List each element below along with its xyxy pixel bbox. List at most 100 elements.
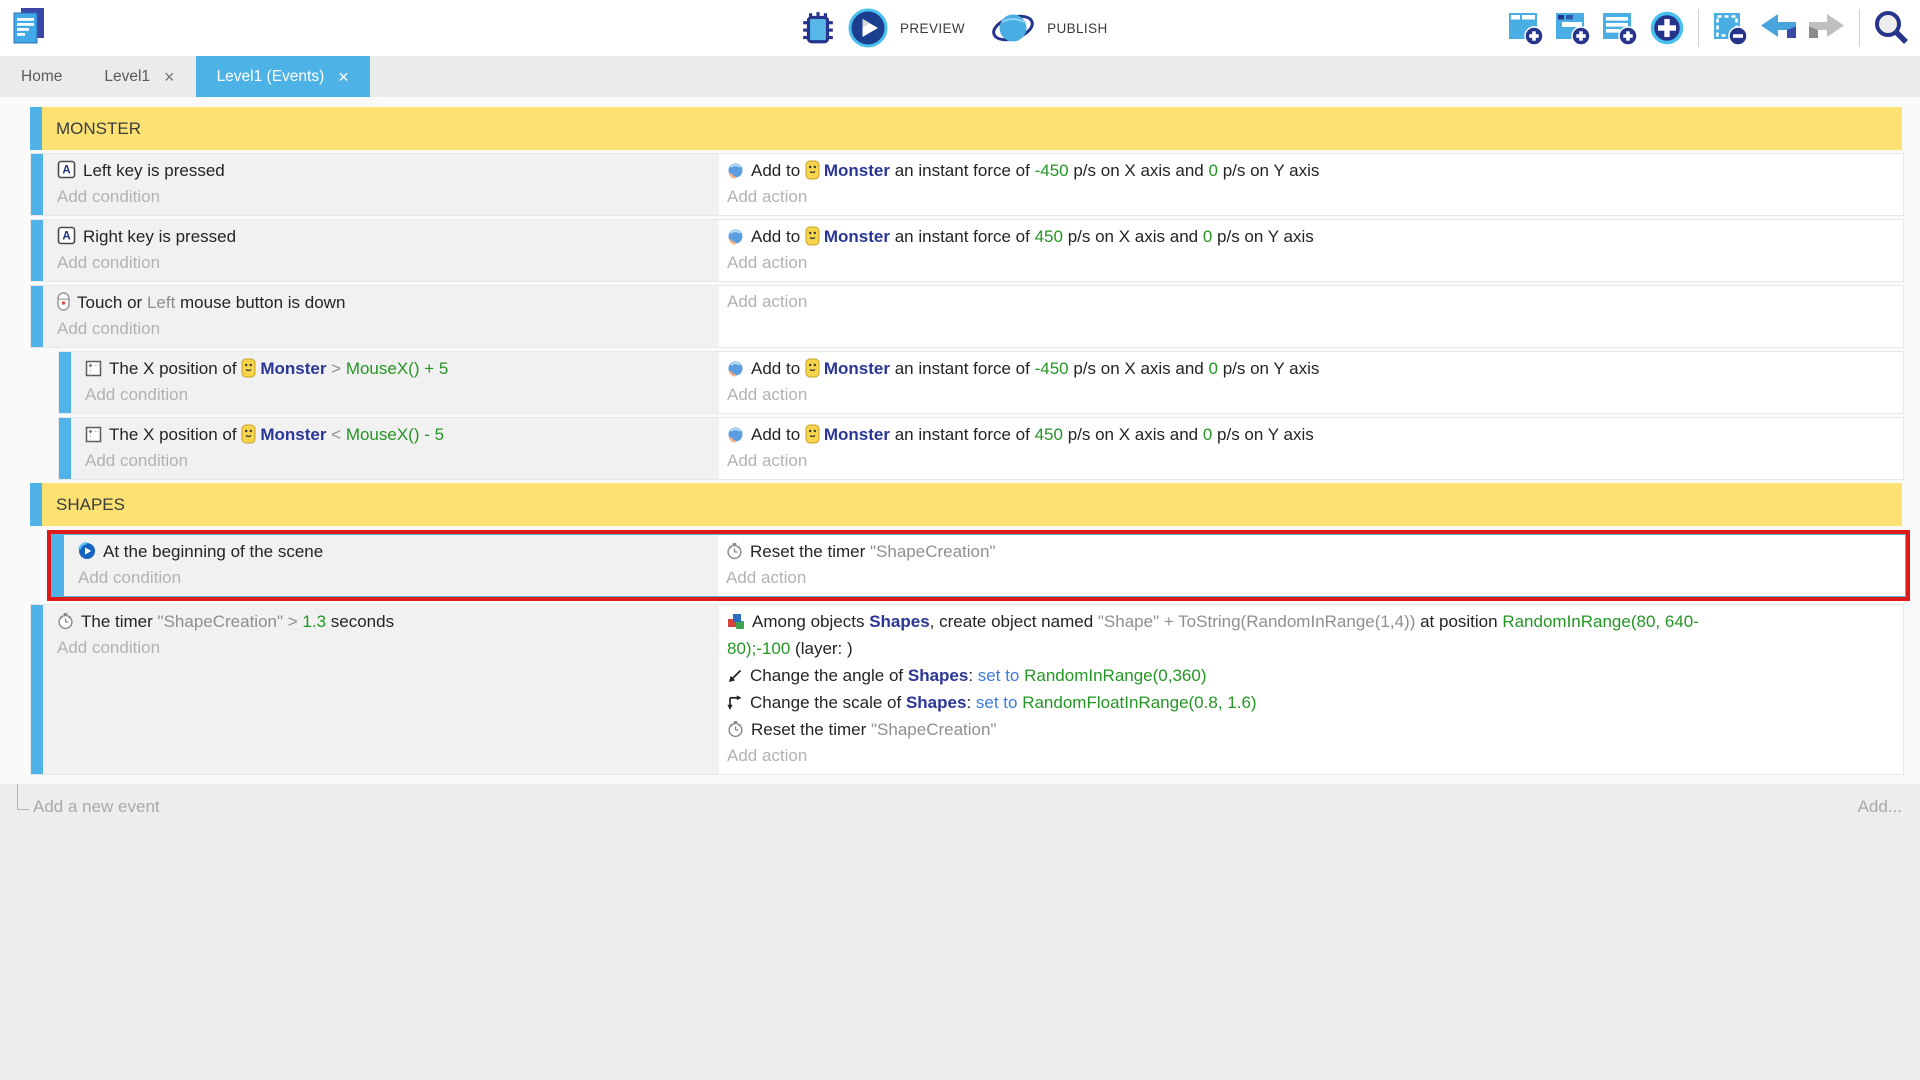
add-action-button[interactable]: Add action: [726, 565, 1891, 591]
text-span: Reset the timer: [750, 542, 870, 561]
event-row[interactable]: At the beginning of the sceneAdd conditi…: [51, 534, 1906, 597]
add-comment-button[interactable]: [1601, 9, 1639, 47]
action-line[interactable]: Change the angle of Shapes: set to Rando…: [727, 662, 1889, 689]
add-more-button[interactable]: Add...: [1858, 797, 1902, 817]
comment-label[interactable]: MONSTER: [42, 107, 1902, 150]
condition-line[interactable]: The timer "ShapeCreation" > 1.3 seconds: [57, 608, 709, 635]
text-span: :: [968, 666, 977, 685]
event-drag-bar[interactable]: [31, 286, 43, 347]
preview-button[interactable]: [848, 8, 888, 48]
force-icon: [727, 360, 744, 377]
event-drag-bar[interactable]: [31, 605, 43, 774]
action-line[interactable]: Among objects Shapes, create object name…: [727, 608, 1889, 662]
text-span: Among objects: [752, 612, 869, 631]
event-row[interactable]: The X position of Monster > MouseX() + 5…: [58, 351, 1904, 414]
tab-home[interactable]: Home: [0, 56, 83, 97]
event-drag-bar[interactable]: [31, 220, 43, 281]
action-line[interactable]: Change the scale of Shapes: set to Rando…: [727, 689, 1889, 716]
event-row[interactable]: The X position of Monster < MouseX() - 5…: [58, 417, 1904, 480]
event-row[interactable]: ALeft key is pressedAdd condition Add to …: [30, 153, 1904, 216]
add-condition-button[interactable]: Add condition: [57, 250, 709, 276]
text-span: "ShapeCreation": [158, 612, 283, 631]
event-drag-bar[interactable]: [52, 535, 64, 596]
actions-cell[interactable]: Add to Monster an instant force of 450 p…: [719, 220, 1903, 281]
conditions-cell[interactable]: ALeft key is pressedAdd condition: [43, 154, 719, 215]
text-span: MouseX() + 5: [346, 359, 449, 378]
condition-line[interactable]: At the beginning of the scene: [78, 538, 708, 565]
event-drag-bar[interactable]: [30, 107, 42, 150]
condition-line[interactable]: ALeft key is pressed: [57, 157, 709, 184]
event-drag-bar[interactable]: [59, 352, 71, 413]
event-row[interactable]: Touch or Left mouse button is downAdd co…: [30, 285, 1904, 348]
text-span: -450: [1035, 161, 1069, 180]
text-span: seconds: [326, 612, 394, 631]
add-new-button[interactable]: [1648, 9, 1686, 47]
action-line[interactable]: Add to Monster an instant force of -450 …: [727, 157, 1889, 184]
conditions-cell[interactable]: The timer "ShapeCreation" > 1.3 secondsA…: [43, 605, 719, 774]
actions-cell[interactable]: Among objects Shapes, create object name…: [719, 605, 1903, 774]
comment-label[interactable]: SHAPES: [42, 483, 1902, 526]
monster-thumbnail-icon: [805, 358, 820, 378]
action-line[interactable]: Reset the timer "ShapeCreation": [727, 716, 1889, 743]
tab-close-icon[interactable]: ×: [338, 68, 349, 86]
text-span: -450: [1035, 359, 1069, 378]
add-action-button[interactable]: Add action: [727, 448, 1889, 474]
action-line[interactable]: Add to Monster an instant force of 450 p…: [727, 421, 1889, 448]
actions-cell[interactable]: Reset the timer "ShapeCreation"Add actio…: [718, 535, 1905, 596]
comment-row[interactable]: SHAPES: [30, 483, 1902, 526]
add-action-button[interactable]: Add action: [727, 289, 1889, 315]
conditions-cell[interactable]: Touch or Left mouse button is downAdd co…: [43, 286, 719, 347]
add-action-button[interactable]: Add action: [727, 250, 1889, 276]
condition-line[interactable]: Touch or Left mouse button is down: [57, 289, 709, 316]
search-button[interactable]: [1872, 9, 1910, 47]
add-condition-button[interactable]: Add condition: [57, 184, 709, 210]
add-subevent-button[interactable]: [1554, 9, 1592, 47]
comment-row[interactable]: MONSTER: [30, 107, 1902, 150]
actions-cell[interactable]: Add action: [719, 286, 1903, 347]
action-line[interactable]: Add to Monster an instant force of 450 p…: [727, 223, 1889, 250]
mouse-icon: [57, 292, 70, 311]
conditions-cell[interactable]: At the beginning of the sceneAdd conditi…: [64, 535, 718, 596]
condition-line[interactable]: The X position of Monster < MouseX() - 5: [85, 421, 709, 448]
add-condition-button[interactable]: Add condition: [78, 565, 708, 591]
add-event-button[interactable]: [1507, 9, 1545, 47]
event-drag-bar[interactable]: [59, 418, 71, 479]
project-manager-icon: [10, 36, 46, 51]
publish-button[interactable]: [991, 8, 1035, 48]
action-line[interactable]: Add to Monster an instant force of -450 …: [727, 355, 1889, 382]
tab-level1-events[interactable]: Level1 (Events)×: [196, 56, 370, 97]
add-action-button[interactable]: Add action: [727, 743, 1889, 769]
add-new-event-button[interactable]: Add a new event: [33, 797, 160, 817]
debug-button[interactable]: [800, 10, 836, 46]
undo-button[interactable]: [1758, 11, 1798, 45]
action-line[interactable]: Reset the timer "ShapeCreation": [726, 538, 1891, 565]
add-condition-button[interactable]: Add condition: [57, 635, 709, 661]
event-drag-bar[interactable]: [31, 154, 43, 215]
add-action-button[interactable]: Add action: [727, 382, 1889, 408]
remove-event-button[interactable]: [1711, 9, 1749, 47]
key-icon: A: [57, 160, 76, 179]
conditions-cell[interactable]: ARight key is pressedAdd condition: [43, 220, 719, 281]
text-span: 0: [1203, 227, 1212, 246]
force-icon: [727, 228, 744, 245]
redo-button[interactable]: [1807, 11, 1847, 45]
project-manager-button[interactable]: [10, 6, 46, 48]
conditions-cell[interactable]: The X position of Monster > MouseX() + 5…: [71, 352, 719, 413]
event-row[interactable]: ARight key is pressedAdd condition Add to…: [30, 219, 1904, 282]
event-row[interactable]: The timer "ShapeCreation" > 1.3 secondsA…: [30, 604, 1904, 775]
text-span: at position: [1415, 612, 1502, 631]
timer-icon: [726, 542, 743, 560]
actions-cell[interactable]: Add to Monster an instant force of 450 p…: [719, 418, 1903, 479]
tab-close-icon[interactable]: ×: [164, 68, 175, 86]
add-condition-button[interactable]: Add condition: [85, 448, 709, 474]
tab-level1[interactable]: Level1×: [83, 56, 195, 97]
event-drag-bar[interactable]: [30, 483, 42, 526]
add-condition-button[interactable]: Add condition: [85, 382, 709, 408]
actions-cell[interactable]: Add to Monster an instant force of -450 …: [719, 154, 1903, 215]
conditions-cell[interactable]: The X position of Monster < MouseX() - 5…: [71, 418, 719, 479]
condition-line[interactable]: The X position of Monster > MouseX() + 5: [85, 355, 709, 382]
actions-cell[interactable]: Add to Monster an instant force of -450 …: [719, 352, 1903, 413]
add-action-button[interactable]: Add action: [727, 184, 1889, 210]
add-condition-button[interactable]: Add condition: [57, 316, 709, 342]
condition-line[interactable]: ARight key is pressed: [57, 223, 709, 250]
